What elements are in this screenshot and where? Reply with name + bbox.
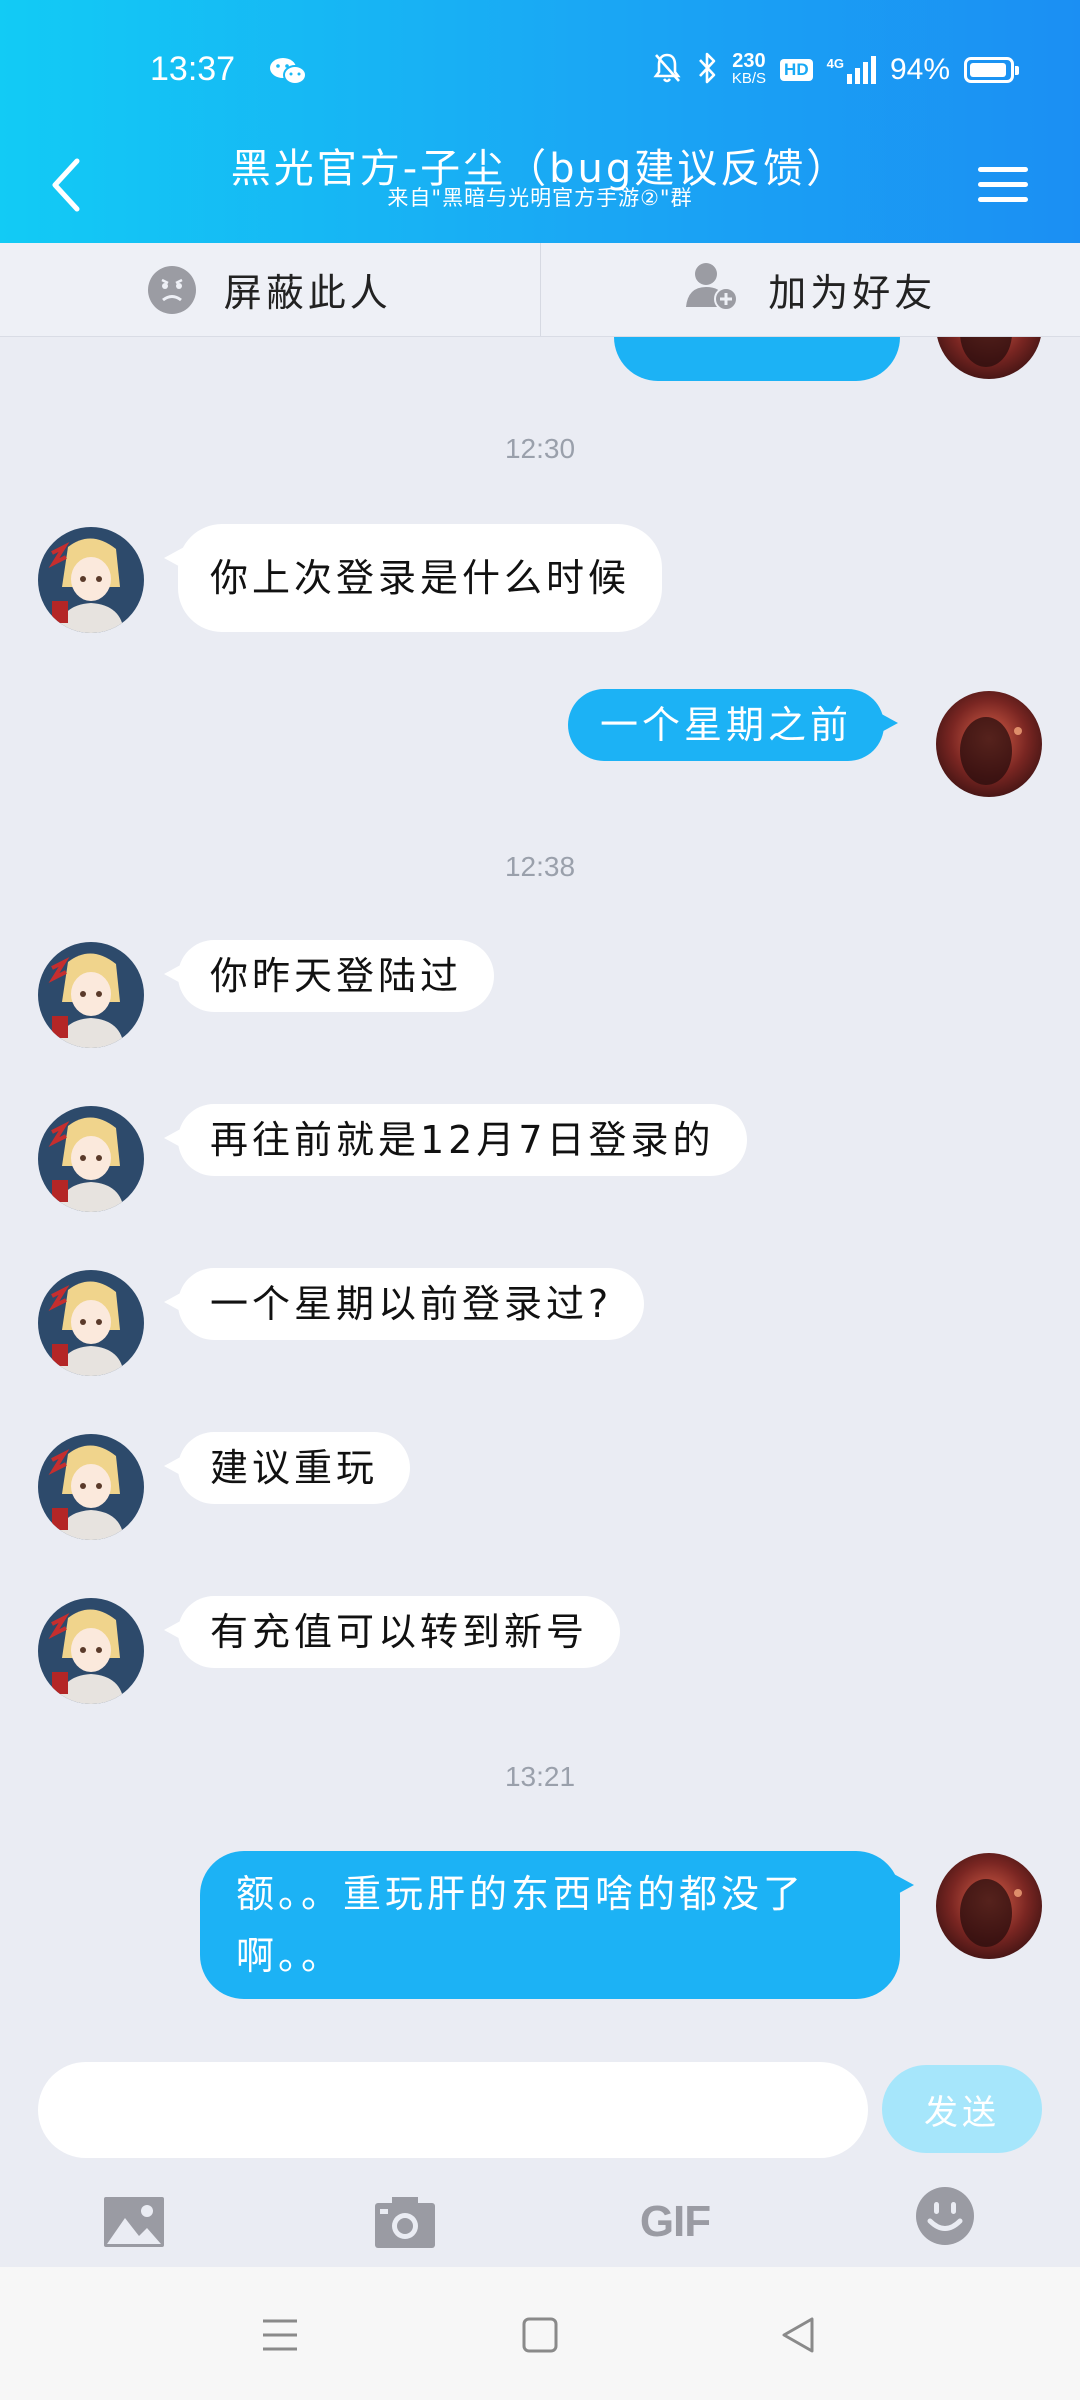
avatar-other[interactable]: [38, 1106, 144, 1212]
back-button[interactable]: [36, 150, 96, 220]
message-bubble-partial[interactable]: [614, 337, 900, 381]
block-user-button[interactable]: 屏蔽此人: [0, 243, 540, 336]
avatar-me[interactable]: [936, 691, 1042, 797]
title-bar: 黑光官方-子尘（bug建议反馈） 来自"黑暗与光明官方手游②"群: [0, 140, 1080, 243]
message-bubble[interactable]: 额。。重玩肝的东西啥的都没了 啊。。: [200, 1851, 914, 1999]
chat-subtitle: 来自"黑暗与光明官方手游②"群: [387, 186, 693, 210]
avatar-me[interactable]: [936, 337, 1042, 379]
message-bubble[interactable]: 你上次登录是什么时候: [163, 524, 663, 632]
add-friend-label: 加为好友: [768, 271, 937, 315]
emoji-icon: [916, 2187, 974, 2245]
avatar-other[interactable]: [38, 1598, 144, 1704]
block-user-label: 屏蔽此人: [223, 271, 392, 315]
message-bubble[interactable]: 建议重玩: [163, 1432, 411, 1504]
input-toolbar: GIF: [0, 2182, 1080, 2262]
status-right: 230 KB/S HD 4G 94%: [652, 48, 1019, 92]
chat-messages[interactable]: 12:30 你上次登录是什么时候 一个星期之前 12:38 你昨天登陆过 再往前…: [0, 337, 1080, 2052]
nav-menu-button[interactable]: [240, 2295, 320, 2375]
action-bar: 屏蔽此人 加为好友: [0, 243, 1080, 337]
chat-screen: 13:37 230 KB/S HD 4G 94% 黑光官方-子尘（bug建议反馈…: [0, 0, 1080, 2400]
send-button[interactable]: 发送: [882, 2065, 1042, 2153]
gif-icon: GIF: [639, 2197, 711, 2246]
timestamp: 13:21: [504, 1761, 576, 1792]
add-friend-icon: [684, 259, 740, 320]
nav-back-icon: [782, 2317, 814, 2353]
message-bubble[interactable]: 一个星期以前登录过?: [163, 1268, 645, 1340]
camera-icon: [375, 2197, 435, 2248]
back-icon: [52, 158, 80, 212]
battery-percent: 94%: [889, 53, 950, 86]
nav-back-button[interactable]: [758, 2295, 838, 2375]
network-speed: 230 KB/S: [731, 50, 767, 87]
block-icon: [147, 265, 196, 314]
system-nav-bar: [0, 2267, 1080, 2400]
signal-icon: 4G: [827, 56, 876, 84]
nav-home-icon: [522, 2317, 558, 2353]
status-bar: 13:37 230 KB/S HD 4G 94%: [0, 0, 1080, 140]
avatar-other[interactable]: [38, 1270, 144, 1376]
message-bubble[interactable]: 有充值可以转到新号: [163, 1596, 621, 1668]
message-text-line: 啊。。: [236, 1934, 344, 1978]
add-friend-button[interactable]: 加为好友: [539, 243, 1080, 336]
image-button[interactable]: [94, 2182, 174, 2262]
status-time: 13:37: [150, 50, 236, 88]
gif-button[interactable]: GIF: [635, 2182, 715, 2262]
message-bubble[interactable]: 一个星期之前: [568, 689, 899, 761]
message-input[interactable]: [38, 2062, 868, 2158]
battery-icon: [964, 57, 1019, 83]
camera-button[interactable]: [365, 2182, 445, 2262]
emoji-button[interactable]: [905, 2176, 985, 2256]
message-bubble[interactable]: 你昨天登陆过: [163, 940, 495, 1012]
menu-icon: [978, 166, 1028, 172]
message-text-line: 额。。重玩肝的东西啥的都没了: [236, 1872, 806, 1916]
avatar-other[interactable]: [38, 1434, 144, 1540]
nav-menu-icon: [263, 2319, 297, 2351]
wechat-icon: [268, 56, 308, 86]
avatar-other[interactable]: [38, 942, 144, 1048]
bluetooth-icon: [696, 51, 718, 89]
image-icon: [104, 2197, 164, 2247]
menu-button[interactable]: [978, 154, 1028, 214]
battery-fill: [970, 63, 1006, 77]
nav-home-button[interactable]: [500, 2295, 580, 2375]
input-area: 发送 GIF: [0, 2052, 1080, 2267]
hd-badge: HD: [780, 59, 813, 81]
header: 13:37 230 KB/S HD 4G 94% 黑光官方-子尘（bug建议反馈…: [0, 0, 1080, 243]
message-bubble[interactable]: 再往前就是12月7日登录的: [164, 1104, 747, 1176]
avatar-other[interactable]: [38, 527, 144, 633]
mute-icon: [652, 51, 682, 89]
timestamp: 12:30: [504, 433, 576, 464]
timestamp: 12:38: [504, 851, 576, 882]
avatar-me[interactable]: [936, 1853, 1042, 1959]
